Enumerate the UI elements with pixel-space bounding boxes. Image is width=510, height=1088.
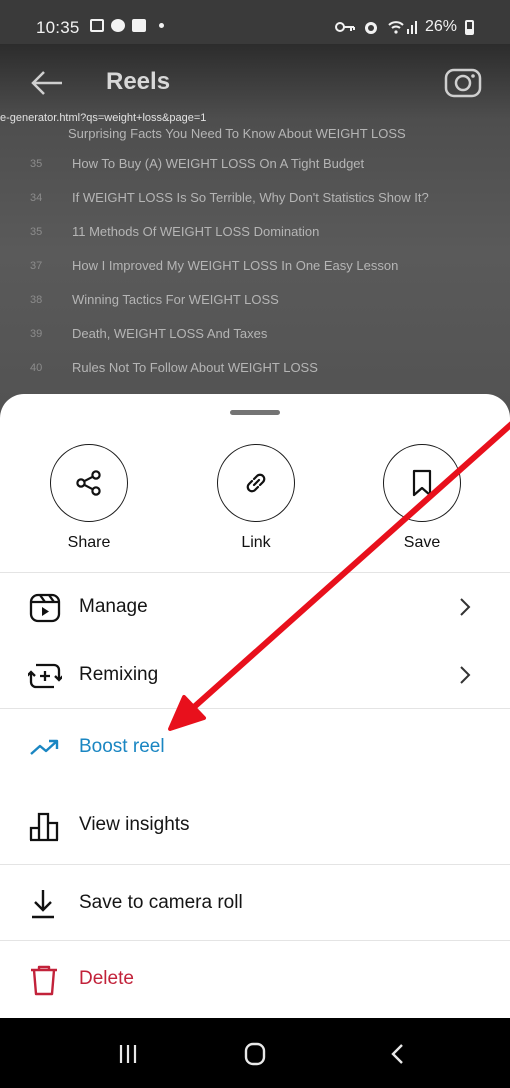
list-item: 34 If WEIGHT LOSS Is So Terrible, Why Don… bbox=[30, 190, 429, 205]
youtube-icon bbox=[132, 19, 146, 32]
divider bbox=[0, 572, 510, 573]
manage-label: Manage bbox=[79, 596, 148, 617]
delete-item[interactable]: Delete bbox=[0, 950, 510, 1010]
home-icon[interactable] bbox=[235, 1042, 275, 1066]
save-to-camera-roll-item[interactable]: Save to camera roll bbox=[0, 874, 510, 934]
divider bbox=[0, 940, 510, 941]
battery-icon bbox=[465, 19, 474, 35]
reel-play-icon bbox=[29, 593, 61, 623]
link-button[interactable]: Link bbox=[216, 444, 296, 552]
alarm-icon bbox=[364, 22, 377, 34]
remix-icon bbox=[28, 663, 62, 689]
options-sheet: Share Link Save Manage Remixing Boost re… bbox=[0, 394, 510, 1018]
back-icon[interactable] bbox=[378, 1042, 418, 1066]
list-item: 35 11 Methods Of WEIGHT LOSS Domination bbox=[30, 224, 320, 239]
status-bar: 10:35 26% bbox=[0, 0, 510, 44]
save-label: Save bbox=[403, 534, 441, 551]
view-insights-item[interactable]: View insights bbox=[0, 796, 510, 856]
list-item: 37 How I Improved My WEIGHT LOSS In One E… bbox=[30, 258, 399, 273]
more-notifications-icon bbox=[159, 23, 164, 28]
view-insights-label: View insights bbox=[79, 814, 190, 835]
share-button[interactable]: Share bbox=[49, 444, 129, 552]
manage-item[interactable]: Manage bbox=[0, 578, 510, 638]
link-icon bbox=[246, 473, 266, 493]
list-item: 38 Winning Tactics For WEIGHT LOSS bbox=[30, 292, 279, 307]
camera-icon[interactable] bbox=[444, 64, 482, 98]
page-title: Reels bbox=[106, 68, 171, 95]
boost-reel-item[interactable]: Boost reel bbox=[0, 718, 510, 778]
system-nav-bar bbox=[0, 1018, 510, 1088]
trash-icon bbox=[31, 965, 57, 996]
gallery-icon bbox=[90, 19, 104, 32]
reels-header: Reels bbox=[0, 62, 510, 106]
trending-up-icon bbox=[30, 739, 59, 755]
drag-handle[interactable] bbox=[230, 410, 280, 415]
list-item: 35 How To Buy (A) WEIGHT LOSS On A Tight … bbox=[30, 156, 365, 171]
boost-reel-label: Boost reel bbox=[79, 736, 165, 757]
save-button[interactable]: Save bbox=[382, 444, 462, 552]
wifi-signal-icon bbox=[388, 21, 417, 34]
recent-apps-icon[interactable] bbox=[108, 1042, 148, 1066]
back-arrow-icon[interactable] bbox=[30, 68, 64, 98]
list-item: Surprising Facts You Need To Know About … bbox=[68, 126, 406, 141]
share-label: Share bbox=[67, 534, 111, 551]
remixing-label: Remixing bbox=[79, 664, 159, 685]
system-indicators: 26% bbox=[334, 18, 474, 36]
bar-chart-icon bbox=[29, 812, 59, 842]
remixing-item[interactable]: Remixing bbox=[0, 646, 510, 706]
list-item: 40 Rules Not To Follow About WEIGHT LOSS bbox=[30, 360, 318, 375]
vpn-key-icon bbox=[334, 22, 355, 32]
photo-url-text: e-generator.html?qs=weight+loss&page=1 bbox=[0, 112, 207, 124]
notification-icons bbox=[90, 19, 164, 32]
facebook-icon bbox=[111, 19, 125, 32]
save-to-camera-roll-label: Save to camera roll bbox=[79, 892, 243, 913]
divider bbox=[0, 708, 510, 709]
chevron-right-icon bbox=[460, 598, 471, 616]
link-label: Link bbox=[241, 534, 271, 551]
delete-label: Delete bbox=[79, 968, 134, 989]
divider bbox=[0, 864, 510, 865]
list-item: 39 Death, WEIGHT LOSS And Taxes bbox=[30, 326, 268, 341]
share-icon bbox=[76, 470, 101, 496]
status-time: 10:35 bbox=[36, 18, 80, 37]
reel-preview: Reels e-generator.html?qs=weight+loss&pa… bbox=[0, 44, 510, 424]
bookmark-icon bbox=[412, 469, 432, 497]
battery-percent: 26% bbox=[424, 18, 457, 35]
chevron-right-icon bbox=[460, 666, 471, 684]
download-icon bbox=[32, 890, 54, 919]
